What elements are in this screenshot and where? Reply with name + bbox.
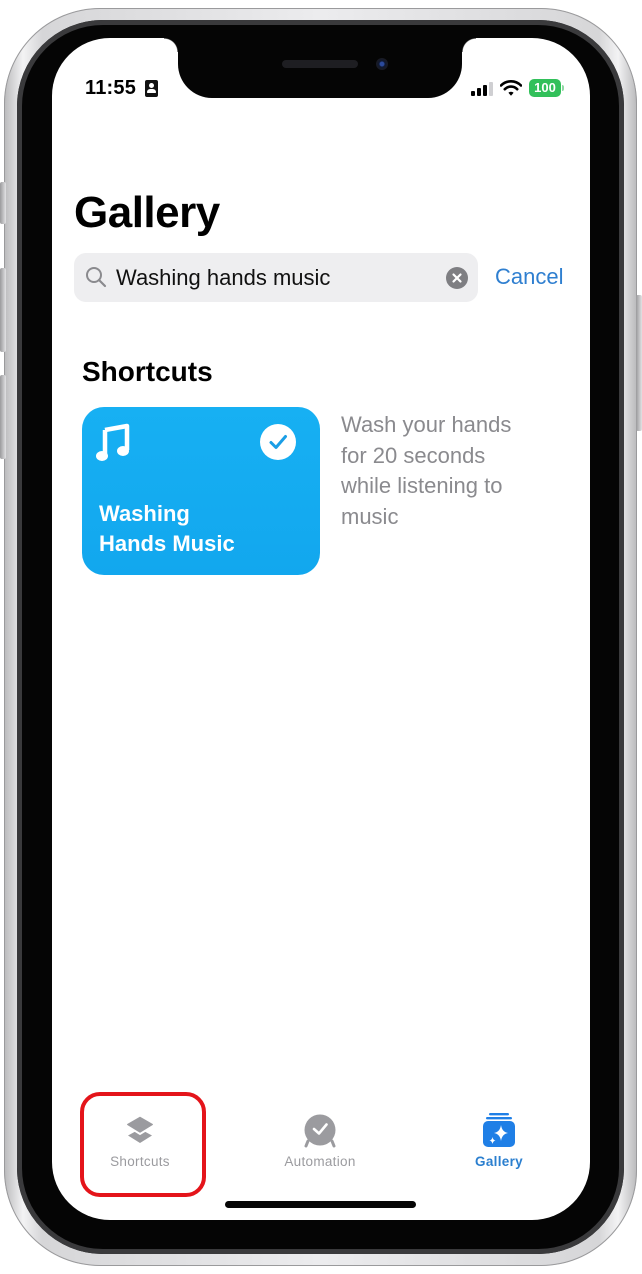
tab-gallery[interactable]: Gallery: [419, 1098, 579, 1188]
power-button: [636, 295, 642, 431]
tab-bar: Shortcuts Automation Gallery: [52, 1098, 590, 1188]
clear-circle-icon: [452, 273, 462, 283]
battery-indicator: 100: [529, 79, 561, 97]
tab-shortcuts[interactable]: Shortcuts: [60, 1098, 220, 1188]
status-time: 11:55: [85, 77, 137, 99]
cellular-signal-icon: [471, 82, 493, 96]
screen: 11:55 100 Gallery Cancel Shortcuts: [52, 38, 590, 1220]
gallery-sparkle-icon: [483, 1113, 515, 1147]
tab-automation-label: Automation: [284, 1154, 356, 1169]
battery-tip: [562, 85, 564, 91]
notch: [164, 38, 476, 98]
checkmark-circle-icon: [269, 435, 287, 449]
shortcut-description-line: for 20 seconds: [341, 442, 486, 468]
shortcut-description-line: Wash your hands: [341, 412, 512, 437]
volume-up-button: [0, 268, 6, 352]
automation-clock-icon: [304, 1114, 336, 1148]
shortcut-card-title: Washing Hands Music: [99, 499, 309, 559]
wifi-icon: [500, 80, 522, 96]
shortcut-card-title-line-2: Hands Music: [99, 531, 235, 556]
page-title: Gallery: [74, 188, 220, 237]
added-checkmark-button[interactable]: [260, 424, 296, 460]
search-input[interactable]: [116, 253, 436, 302]
home-indicator[interactable]: [225, 1201, 416, 1208]
search-bar[interactable]: [74, 253, 478, 302]
shortcut-card-washing-hands-music[interactable]: Washing Hands Music: [82, 407, 320, 575]
clear-search-button[interactable]: [446, 267, 468, 289]
tab-shortcuts-label: Shortcuts: [110, 1154, 170, 1169]
tab-gallery-label: Gallery: [475, 1154, 523, 1169]
shortcut-description-line: while listening to: [341, 473, 503, 498]
volume-down-button: [0, 375, 6, 459]
shortcut-description: Wash your hands for 20 seconds while lis…: [341, 410, 541, 532]
mute-switch: [0, 182, 6, 224]
contact-card-icon: [145, 80, 158, 97]
section-header-shortcuts: Shortcuts: [82, 356, 213, 387]
music-note-icon: [96, 423, 130, 461]
earpiece-speaker: [282, 60, 358, 68]
shortcut-card-title-line-1: Washing: [99, 501, 190, 526]
layers-icon: [125, 1114, 155, 1143]
tab-automation[interactable]: Automation: [240, 1098, 400, 1188]
search-icon: [86, 267, 107, 288]
cancel-button[interactable]: Cancel: [495, 264, 563, 290]
shortcut-description-line: music: [341, 503, 399, 529]
front-camera: [376, 58, 388, 70]
